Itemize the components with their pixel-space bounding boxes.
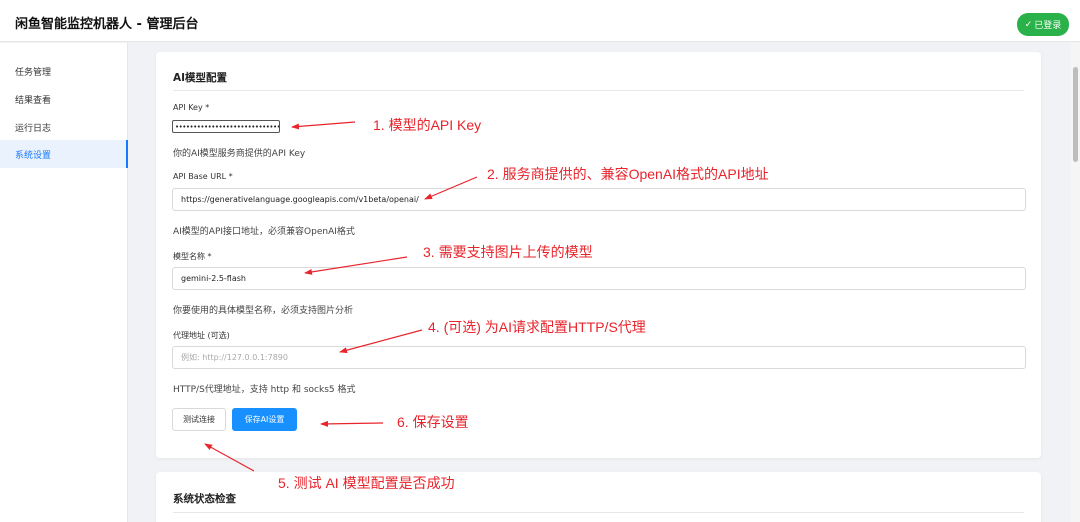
sidebar-item-results[interactable]: 结果查看 bbox=[0, 85, 128, 113]
api-key-input[interactable]: •••••••••••••••••••••••••••••••••••••••• bbox=[172, 120, 280, 133]
sidebar-item-logs[interactable]: 运行日志 bbox=[0, 113, 128, 141]
base-url-input[interactable]: https://generativelanguage.googleapis.co… bbox=[172, 188, 1026, 211]
api-key-label: API Key * bbox=[173, 103, 210, 112]
annotation-label: 1. 模型的API Key bbox=[373, 117, 482, 133]
ai-config-card: AI模型配置 bbox=[156, 52, 1041, 458]
annotation-label: 4. (可选) 为AI请求配置HTTP/S代理 bbox=[428, 319, 646, 335]
model-help: 你要使用的具体模型名称，必须支持图片分析 bbox=[173, 306, 354, 316]
api-key-help: 你的AI模型服务商提供的API Key bbox=[173, 149, 306, 159]
sidebar-item-label: 结果查看 bbox=[15, 95, 52, 106]
page-scrollbar[interactable] bbox=[1071, 43, 1080, 522]
annotation-label: 2. 服务商提供的、兼容OpenAI格式的API地址 bbox=[487, 166, 769, 182]
sidebar-item-label: 任务管理 bbox=[15, 67, 52, 78]
login-status-badge[interactable]: ✓ 已登录 bbox=[1017, 13, 1069, 36]
base-url-help: AI模型的API接口地址，必须兼容OpenAI格式 bbox=[173, 227, 355, 237]
save-ai-settings-button[interactable]: 保存AI设置 bbox=[232, 408, 297, 431]
base-url-label: API Base URL * bbox=[173, 172, 233, 181]
proxy-label: 代理地址 (可选) bbox=[173, 331, 230, 340]
test-connection-button[interactable]: 测试连接 bbox=[172, 408, 226, 431]
card-divider bbox=[173, 512, 1024, 513]
annotation-label: 6. 保存设置 bbox=[397, 414, 469, 430]
check-icon: ✓ bbox=[1024, 19, 1033, 30]
sidebar-item-label: 系统设置 bbox=[15, 150, 52, 161]
proxy-help: HTTP/S代理地址，支持 http 和 socks5 格式 bbox=[173, 385, 356, 395]
sidebar: 任务管理 结果查看 运行日志 系统设置 bbox=[0, 43, 128, 522]
card-divider bbox=[173, 90, 1024, 91]
sidebar-item-label: 运行日志 bbox=[15, 123, 52, 134]
top-bar: 闲鱼智能监控机器人 - 管理后台 ✓ 已登录 bbox=[0, 0, 1080, 42]
scrollbar-thumb[interactable] bbox=[1073, 67, 1078, 162]
app-title: 闲鱼智能监控机器人 - 管理后台 bbox=[15, 17, 199, 32]
annotation-label: 5. 测试 AI 模型配置是否成功 bbox=[278, 475, 455, 491]
sidebar-item-tasks[interactable]: 任务管理 bbox=[0, 57, 128, 85]
proxy-input[interactable]: 例如: http://127.0.0.1:7890 bbox=[172, 346, 1026, 369]
sidebar-item-settings[interactable]: 系统设置 bbox=[0, 140, 128, 168]
model-label: 模型名称 * bbox=[173, 252, 212, 261]
ai-config-title: AI模型配置 bbox=[173, 72, 228, 84]
annotation-label: 3. 需要支持图片上传的模型 bbox=[423, 244, 593, 260]
system-check-title: 系统状态检查 bbox=[173, 493, 236, 505]
login-status-label: 已登录 bbox=[1034, 21, 1062, 31]
model-input[interactable]: gemini-2.5-flash bbox=[172, 267, 1026, 290]
